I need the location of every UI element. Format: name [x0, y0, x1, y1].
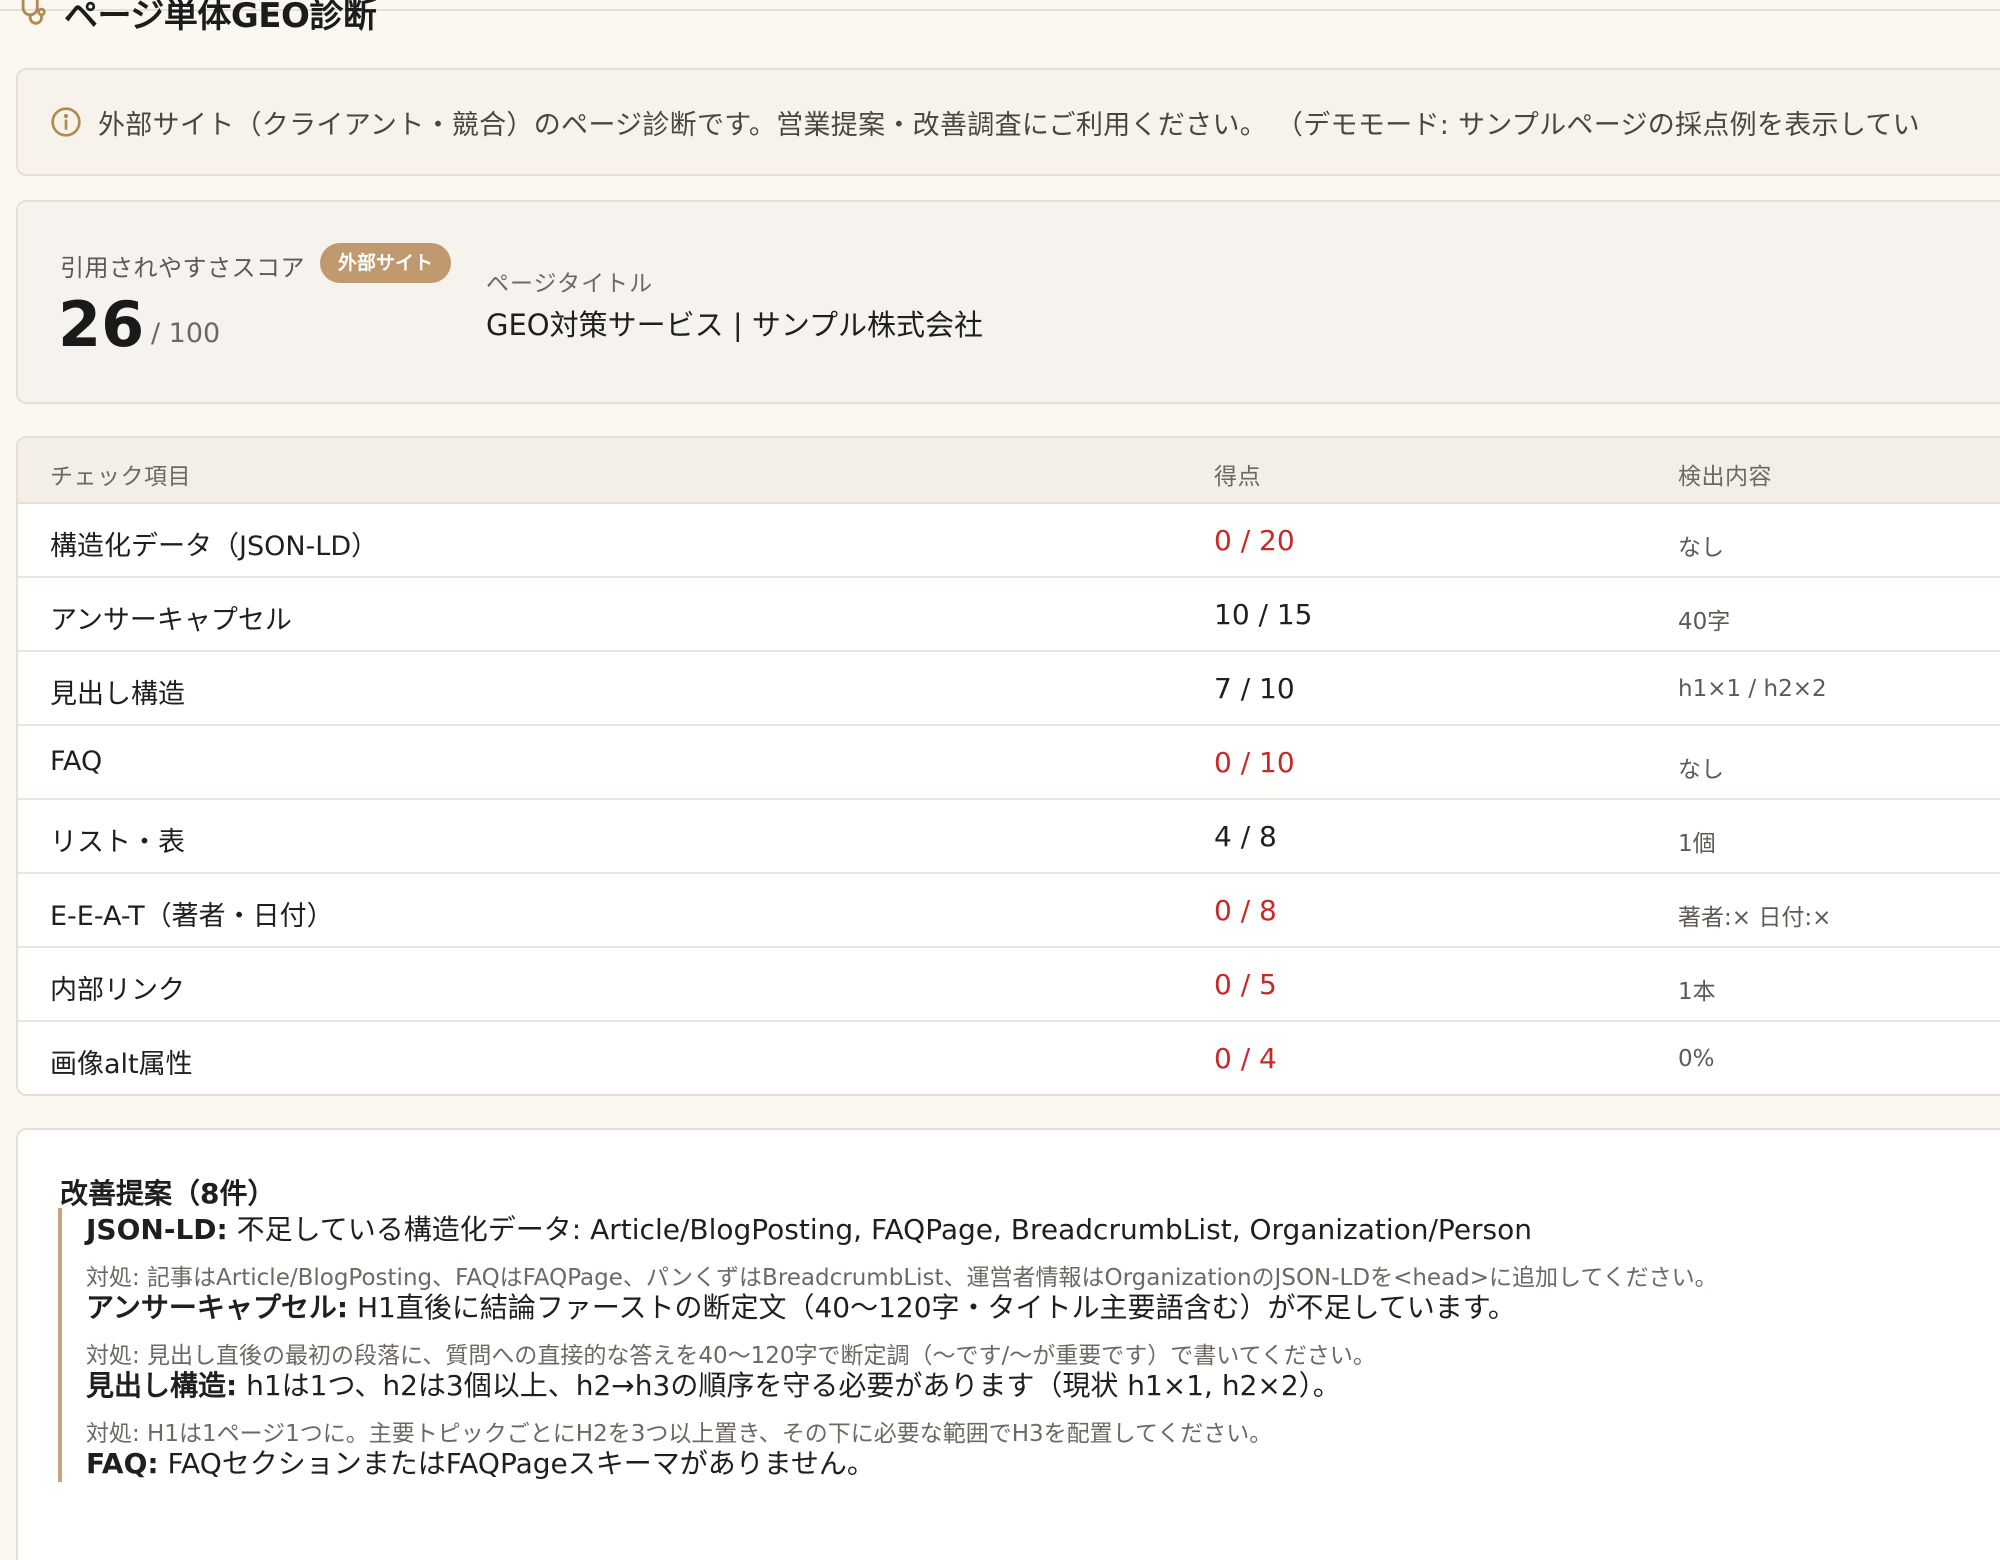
suggestion-text: 不足している構造化データ: Article/BlogPosting, FAQPa… — [227, 1213, 1533, 1246]
table-row: FAQ 0 / 10 なし — [18, 726, 2000, 800]
suggestion-item: FAQ: FAQセクションまたはFAQPageスキーマがありません。 — [58, 1442, 875, 1482]
check-detected: 1本 — [1678, 979, 1716, 1005]
table-header: チェック項目 得点 検出内容 — [18, 438, 2000, 504]
table-row: リスト・表 4 / 8 1個 — [18, 800, 2000, 874]
table-row: 構造化データ（JSON-LD） 0 / 20 なし — [18, 504, 2000, 578]
check-score: 7 / 10 — [1214, 672, 1295, 705]
notice-text: 外部サイト（クライアント・競合）のページ診断です。営業提案・改善調査にご利用くだ… — [98, 109, 1920, 141]
info-icon — [51, 107, 81, 137]
table-row: 見出し構造 7 / 10 h1×1 / h2×2 — [18, 652, 2000, 726]
check-detected: 0% — [1678, 1046, 1715, 1072]
check-score: 10 / 15 — [1214, 598, 1313, 631]
check-detected: なし — [1678, 757, 1724, 783]
check-score: 0 / 4 — [1214, 1042, 1277, 1075]
suggestion-main: JSON-LD: 不足している構造化データ: Article/BlogPosti… — [86, 1208, 1718, 1248]
table-row: アンサーキャプセル 10 / 15 40字 — [18, 578, 2000, 652]
check-item: 画像alt属性 — [50, 1049, 193, 1080]
check-detected: なし — [1678, 535, 1724, 561]
score-card: 引用されやすさスコア 外部サイト 26 / 100 ページタイトル GEO対策サ… — [16, 200, 2000, 404]
info-notice: 外部サイト（クライアント・競合）のページ診断です。営業提案・改善調査にご利用くだ… — [16, 68, 2000, 176]
suggestion-main: FAQ: FAQセクションまたはFAQPageスキーマがありません。 — [86, 1442, 875, 1482]
page-title: ページ単体GEO診断 — [64, 0, 377, 36]
suggestion-item: 見出し構造: h1は1つ、h2は3個以上、h2→h3の順序を守る必要があります（… — [58, 1364, 1341, 1448]
page-title-value: GEO対策サービス | サンプル株式会社 — [486, 308, 983, 342]
suggestion-text: H1直後に結論ファーストの断定文（40〜120字・タイトル主要語含む）が不足して… — [348, 1291, 1516, 1324]
suggestion-label: JSON-LD: — [86, 1213, 228, 1246]
score-max: / 100 — [151, 318, 221, 349]
check-item: 内部リンク — [50, 975, 185, 1006]
table-row: 画像alt属性 0 / 4 0% — [18, 1022, 2000, 1094]
column-header-detected: 検出内容 — [1678, 464, 1772, 490]
suggestions-title: 改善提案（8件） — [60, 1177, 276, 1210]
check-item: 見出し構造 — [50, 679, 185, 710]
page-header: ページ単体GEO診断 — [16, 0, 377, 36]
column-header-score: 得点 — [1214, 464, 1261, 490]
suggestion-label: 見出し構造: — [86, 1369, 238, 1402]
check-item: アンサーキャプセル — [50, 605, 292, 636]
check-detected: h1×1 / h2×2 — [1678, 676, 1827, 702]
score-label: 引用されやすさスコア — [60, 254, 305, 282]
check-item: E-E-A-T（著者・日付） — [50, 901, 334, 932]
suggestion-item: アンサーキャプセル: H1直後に結論ファーストの断定文（40〜120字・タイトル… — [58, 1286, 1516, 1370]
suggestion-main: 見出し構造: h1は1つ、h2は3個以上、h2→h3の順序を守る必要があります（… — [86, 1364, 1341, 1404]
check-item: FAQ — [50, 746, 103, 777]
check-detected: 1個 — [1678, 831, 1716, 857]
external-site-badge: 外部サイト — [320, 243, 452, 283]
suggestion-text: h1は1つ、h2は3個以上、h2→h3の順序を守る必要があります（現状 h1×1… — [237, 1369, 1341, 1402]
table-row: 内部リンク 0 / 5 1本 — [18, 948, 2000, 1022]
check-detected: 40字 — [1678, 609, 1731, 635]
suggestion-label: FAQ: — [86, 1447, 159, 1480]
check-score: 4 / 8 — [1214, 820, 1277, 853]
table-row: E-E-A-T（著者・日付） 0 / 8 著者:× 日付:× — [18, 874, 2000, 948]
check-score: 0 / 20 — [1214, 524, 1295, 557]
column-header-item: チェック項目 — [50, 464, 191, 490]
check-table: チェック項目 得点 検出内容 構造化データ（JSON-LD） 0 / 20 なし アン… — [16, 436, 2000, 1096]
check-score: 0 / 5 — [1214, 968, 1277, 1001]
suggestion-item: JSON-LD: 不足している構造化データ: Article/BlogPosti… — [58, 1208, 1718, 1292]
check-detected: 著者:× 日付:× — [1678, 905, 1832, 931]
check-score: 0 / 8 — [1214, 894, 1277, 927]
suggestion-main: アンサーキャプセル: H1直後に結論ファーストの断定文（40〜120字・タイトル… — [86, 1286, 1516, 1326]
score-value: 26 — [58, 288, 145, 361]
stethoscope-icon — [21, 0, 46, 25]
check-item: 構造化データ（JSON-LD） — [50, 531, 379, 562]
suggestion-label: アンサーキャプセル: — [86, 1291, 349, 1324]
suggestions-panel: 改善提案（8件） JSON-LD: 不足している構造化データ: Article/… — [16, 1128, 2000, 1560]
check-item: リスト・表 — [50, 827, 185, 858]
page-title-label: ページタイトル — [486, 271, 654, 297]
suggestion-text: FAQセクションまたはFAQPageスキーマがありません。 — [158, 1447, 875, 1480]
check-score: 0 / 10 — [1214, 746, 1295, 779]
